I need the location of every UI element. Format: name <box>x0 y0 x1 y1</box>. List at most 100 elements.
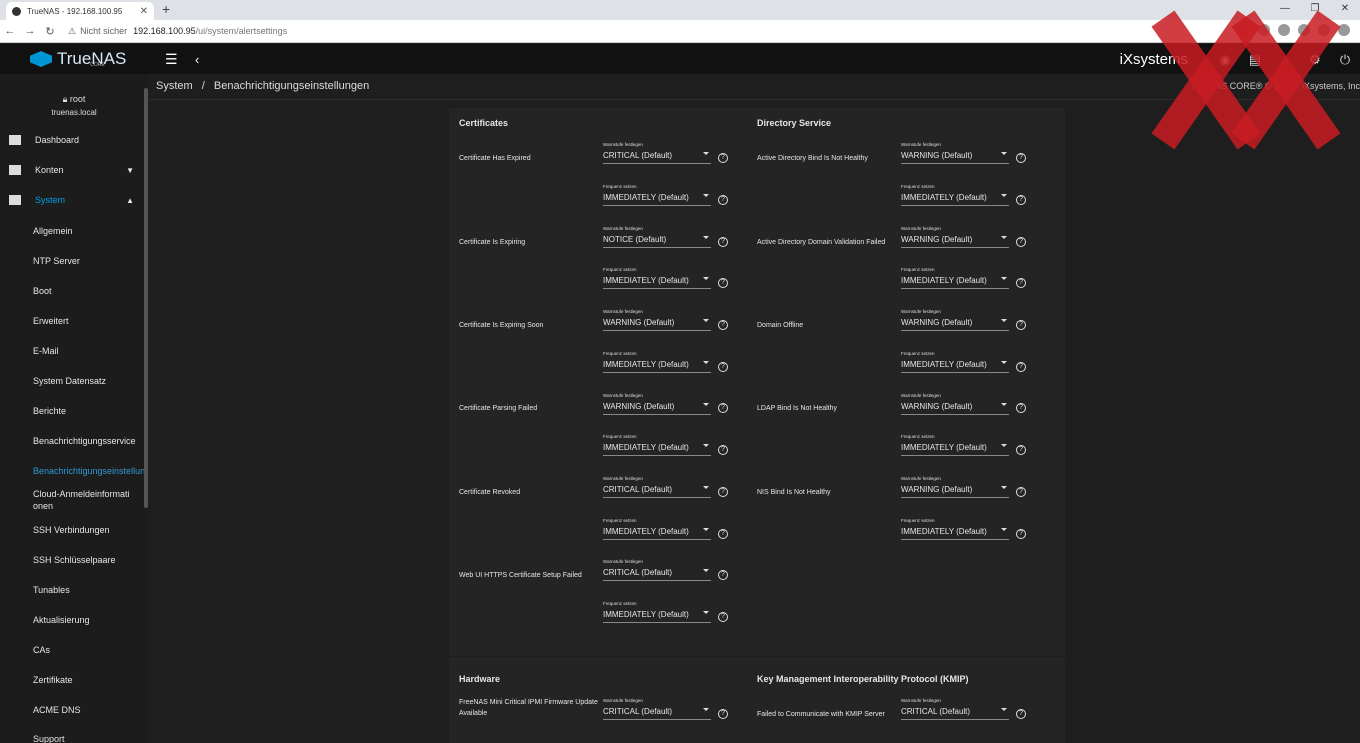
sidebar-subitem-erweitert[interactable]: Erweitert <box>33 315 148 327</box>
breadcrumb-system[interactable]: System <box>156 80 193 92</box>
close-window-icon[interactable]: ✕ <box>1330 0 1360 18</box>
sidebar-subitem-alertservice[interactable]: Benachrichtigungsservice <box>33 435 148 447</box>
sidebar-subitem-dataset[interactable]: System Datensatz <box>33 375 148 387</box>
frequency-select[interactable]: Frequenz setzen IMMEDIATELY (Default) <box>901 184 1009 206</box>
sidebar-item-system[interactable]: System ▲ <box>0 195 144 205</box>
level-select[interactable]: Warnstufe festlegen CRITICAL (Default) <box>603 559 711 581</box>
frequency-select[interactable]: Frequenz setzen IMMEDIATELY (Default) <box>603 184 711 206</box>
back-arrow-icon[interactable]: ← <box>0 25 20 37</box>
frequency-select[interactable]: Frequenz setzen IMMEDIATELY (Default) <box>603 601 711 623</box>
help-icon[interactable]: ? <box>1016 529 1026 539</box>
level-select[interactable]: Warnstufe festlegen CRITICAL (Default) <box>603 142 711 164</box>
help-icon[interactable]: ? <box>718 320 728 330</box>
close-tab-icon[interactable]: ✕ <box>140 6 148 17</box>
hamburger-menu-icon[interactable]: ☰ <box>165 51 181 68</box>
help-icon[interactable]: ? <box>1016 237 1026 247</box>
sidebar-item-dashboard[interactable]: Dashboard <box>0 135 144 145</box>
truecommand-icon[interactable]: ◉ <box>1218 52 1232 67</box>
sidebar-subitem-alertsettings[interactable]: Benachrichtigungseinstellungen <box>33 465 148 477</box>
sidebar-scrollbar[interactable] <box>144 88 148 508</box>
new-tab-button[interactable]: + <box>162 1 170 17</box>
bell-icon[interactable]: ♪ <box>1278 52 1292 67</box>
help-icon[interactable]: ? <box>1016 320 1026 330</box>
frequency-select[interactable]: Frequenz setzen IMMEDIATELY (Default) <box>603 518 711 540</box>
collapse-chevron-icon[interactable]: ‹ <box>195 52 199 67</box>
sidebar-subitem-ntp[interactable]: NTP Server <box>33 255 148 267</box>
help-icon[interactable]: ? <box>718 709 728 719</box>
sidebar-subitem-email[interactable]: E-Mail <box>33 345 148 357</box>
help-icon[interactable]: ? <box>718 195 728 205</box>
menu-dots-icon[interactable] <box>1338 24 1350 36</box>
level-select[interactable]: Warnstufe festlegen WARNING (Default) <box>603 393 711 415</box>
help-icon[interactable]: ? <box>1016 362 1026 372</box>
dropdown-arrow-icon <box>1001 236 1007 239</box>
help-icon[interactable]: ? <box>1016 445 1026 455</box>
help-icon[interactable]: ? <box>718 612 728 622</box>
frequency-select[interactable]: Frequenz setzen IMMEDIATELY (Default) <box>901 518 1009 540</box>
frequency-select[interactable]: Frequenz setzen IMMEDIATELY (Default) <box>901 351 1009 373</box>
sidebar-subitem-support[interactable]: Support <box>33 733 148 743</box>
chevron-down-icon: ▼ <box>126 165 134 175</box>
key-icon[interactable] <box>1238 24 1250 36</box>
sidebar-item-konten[interactable]: Konten ▼ <box>0 165 144 175</box>
frequency-select[interactable]: Frequenz setzen IMMEDIATELY (Default) <box>901 267 1009 289</box>
sidebar-subitem-acme[interactable]: ACME DNS <box>33 704 148 716</box>
reload-icon[interactable]: ↻ <box>40 25 60 38</box>
level-select[interactable]: Warnstufe festlegen CRITICAL (Default) <box>603 698 711 720</box>
level-select[interactable]: Warnstufe festlegen CRITICAL (Default) <box>603 476 711 498</box>
forward-arrow-icon[interactable]: → <box>20 25 40 37</box>
truenas-logo-icon <box>30 51 52 67</box>
sidebar-subitem-ssh-keys[interactable]: SSH Schlüsselpaare <box>33 554 148 566</box>
level-select[interactable]: Warnstufe festlegen WARNING (Default) <box>901 226 1009 248</box>
level-select[interactable]: Warnstufe festlegen WARNING (Default) <box>901 142 1009 164</box>
power-icon[interactable]: ⏻ <box>1338 52 1352 67</box>
sidebar-subitem-update[interactable]: Aktualisierung <box>33 614 148 626</box>
clipboard-icon[interactable]: ▤ <box>1248 52 1262 67</box>
star-icon[interactable] <box>1278 24 1290 36</box>
level-select[interactable]: Warnstufe festlegen WARNING (Default) <box>901 309 1009 331</box>
help-icon[interactable]: ? <box>1016 195 1026 205</box>
help-icon[interactable]: ? <box>718 570 728 580</box>
level-select[interactable]: Warnstufe festlegen CRITICAL (Default) <box>901 698 1009 720</box>
sidebar-subitem-tunables[interactable]: Tunables <box>33 584 148 596</box>
sidebar-subitem-cas[interactable]: CAs <box>33 644 148 656</box>
help-icon[interactable]: ? <box>1016 403 1026 413</box>
help-icon[interactable]: ? <box>718 487 728 497</box>
help-icon[interactable]: ? <box>1016 487 1026 497</box>
level-select[interactable]: Warnstufe festlegen WARNING (Default) <box>603 309 711 331</box>
frequency-select[interactable]: Frequenz setzen IMMEDIATELY (Default) <box>603 434 711 456</box>
extension-icon[interactable] <box>1258 24 1270 36</box>
level-select[interactable]: Warnstufe festlegen WARNING (Default) <box>901 393 1009 415</box>
ixsystems-logo[interactable]: iXsystems <box>1120 51 1188 68</box>
help-icon[interactable]: ? <box>718 362 728 372</box>
help-icon[interactable]: ? <box>718 278 728 288</box>
sidebar-subitem-cloud[interactable]: Cloud-Anmeldeinformationen <box>33 488 133 512</box>
level-select[interactable]: Warnstufe festlegen WARNING (Default) <box>901 476 1009 498</box>
help-icon[interactable]: ? <box>718 403 728 413</box>
minimize-icon[interactable]: — <box>1270 0 1300 18</box>
puzzle-icon[interactable] <box>1298 24 1310 36</box>
sidebar-subitem-berichte[interactable]: Berichte <box>33 405 148 417</box>
level-select[interactable]: Warnstufe festlegen NOTICE (Default) <box>603 226 711 248</box>
sidebar-subitem-certs[interactable]: Zertifikate <box>33 674 148 686</box>
help-icon[interactable]: ? <box>1016 153 1026 163</box>
help-icon[interactable]: ? <box>718 153 728 163</box>
section-title-directory: Directory Service <box>757 118 832 128</box>
browser-tab[interactable]: TrueNAS - 192.168.100.95 ✕ <box>6 2 154 20</box>
sidebar-subitem-allgemein[interactable]: Allgemein <box>33 225 148 237</box>
frequency-select[interactable]: Frequenz setzen IMMEDIATELY (Default) <box>901 434 1009 456</box>
sidebar-subitem-ssh-conn[interactable]: SSH Verbindungen <box>33 524 148 536</box>
sidebar-subitem-boot[interactable]: Boot <box>33 285 148 297</box>
gear-icon[interactable]: ⚙ <box>1308 52 1322 67</box>
help-icon[interactable]: ? <box>1016 278 1026 288</box>
frequency-select[interactable]: Frequenz setzen IMMEDIATELY (Default) <box>603 267 711 289</box>
profile-icon[interactable] <box>1318 24 1330 36</box>
url-field[interactable]: ⚠ Nicht sicher 192.168.100.95 /ui/system… <box>68 26 287 37</box>
help-icon[interactable]: ? <box>718 529 728 539</box>
restore-icon[interactable]: ❐ <box>1300 0 1330 18</box>
frequency-select[interactable]: Frequenz setzen IMMEDIATELY (Default) <box>603 351 711 373</box>
help-icon[interactable]: ? <box>1016 709 1026 719</box>
truenas-logo[interactable]: TrueNAS CORE <box>0 49 150 69</box>
help-icon[interactable]: ? <box>718 237 728 247</box>
help-icon[interactable]: ? <box>718 445 728 455</box>
